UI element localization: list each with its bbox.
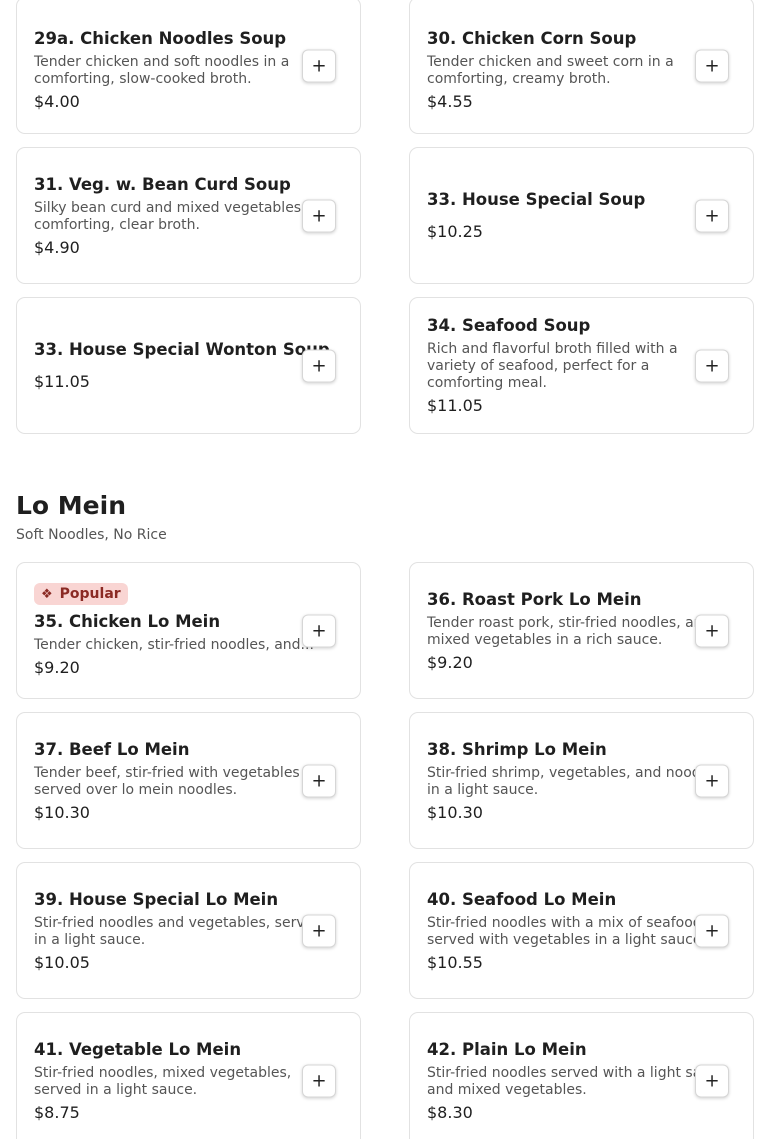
menu-item-card[interactable]: 39. House Special Lo Mein Stir-fried noo… [16, 862, 361, 999]
add-to-cart-button[interactable]: + [695, 614, 729, 647]
menu-item-description: Tender chicken, stir-fried noodles, and.… [34, 637, 314, 653]
section-subtitle: Soft Noodles, No Rice [16, 527, 167, 543]
popular-badge: ❖ Popular [34, 583, 128, 605]
menu-item-card[interactable]: ❖ Popular 35. Chicken Lo Mein Tender chi… [16, 562, 361, 699]
menu-item-title: 36. Roast Pork Lo Mein [427, 589, 642, 609]
section-title: Lo Mein [16, 491, 127, 520]
badge-label: Popular [59, 586, 121, 602]
menu-item-price: $11.05 [427, 396, 483, 415]
add-to-cart-button[interactable]: + [302, 199, 336, 232]
add-to-cart-button[interactable]: + [302, 914, 336, 947]
soup-menu-grid: 29a. Chicken Noodles Soup Tender chicken… [16, 0, 754, 434]
menu-item-price: $4.55 [427, 91, 473, 111]
menu-item-price: $10.30 [34, 802, 90, 822]
menu-item-price: $4.00 [34, 91, 80, 111]
menu-item-card[interactable]: 36. Roast Pork Lo Mein Tender roast pork… [409, 562, 754, 699]
menu-item-price: $10.05 [34, 952, 90, 972]
menu-item-title: 29a. Chicken Noodles Soup [34, 28, 287, 48]
menu-item-card[interactable]: 37. Beef Lo Mein Tender beef, stir-fried… [16, 712, 361, 849]
menu-item-price: $8.75 [34, 1102, 80, 1122]
add-to-cart-button[interactable]: + [695, 764, 729, 797]
menu-item-title: 40. Seafood Lo Mein [427, 889, 617, 909]
menu-item-card[interactable]: 42. Plain Lo Mein Stir-fried noodles ser… [409, 1012, 754, 1139]
menu-item-title: 31. Veg. w. Bean Curd Soup [34, 174, 291, 194]
menu-item-card[interactable]: 33. House Special Wonton Soup $11.05 + [16, 297, 361, 434]
menu-item-title: 42. Plain Lo Mein [427, 1039, 587, 1059]
menu-item-description: Stir-fried noodles and vegetables, serve… [34, 914, 323, 948]
menu-item-price: $4.90 [34, 237, 80, 257]
menu-item-title: 37. Beef Lo Mein [34, 739, 190, 759]
menu-item-description: Tender beef, stir-fried with vegetables … [34, 764, 331, 798]
add-to-cart-button[interactable]: + [302, 1064, 336, 1097]
menu-item-card[interactable]: 31. Veg. w. Bean Curd Soup Silky bean cu… [16, 147, 361, 284]
menu-item-price: $10.25 [427, 222, 483, 241]
lo-mein-menu-grid: ❖ Popular 35. Chicken Lo Mein Tender chi… [16, 562, 754, 1139]
menu-item-description: Tender chicken and sweet corn in a comfo… [427, 53, 674, 87]
menu-item-title: 34. Seafood Soup [427, 316, 591, 335]
flame-icon: ❖ [41, 586, 53, 602]
menu-item-title: 41. Vegetable Lo Mein [34, 1039, 242, 1059]
menu-item-description: Tender roast pork, stir-fried noodles, a… [427, 614, 712, 648]
menu-item-title: 39. House Special Lo Mein [34, 889, 279, 909]
menu-item-title: 35. Chicken Lo Mein [34, 612, 221, 631]
add-to-cart-button[interactable]: + [695, 1064, 729, 1097]
menu-item-description: Silky bean curd and mixed vegetables in … [34, 199, 332, 233]
menu-item-description: Tender chicken and soft noodles in a com… [34, 53, 290, 87]
menu-item-title: 38. Shrimp Lo Mein [427, 739, 607, 759]
menu-item-price: $9.20 [34, 658, 80, 677]
menu-item-description: Stir-fried noodles, mixed vegetables, se… [34, 1064, 292, 1098]
menu-item-title: 33. House Special Wonton Soup [34, 340, 330, 359]
menu-item-description: Stir-fried noodles served with a light s… [427, 1064, 727, 1098]
menu-item-card[interactable]: 40. Seafood Lo Mein Stir-fried noodles w… [409, 862, 754, 999]
add-to-cart-button[interactable]: + [695, 914, 729, 947]
add-to-cart-button[interactable]: + [302, 49, 336, 82]
menu-item-price: $11.05 [34, 372, 90, 391]
add-to-cart-button[interactable]: + [695, 349, 729, 382]
menu-item-card[interactable]: 33. House Special Soup $10.25 + [409, 147, 754, 284]
add-to-cart-button[interactable]: + [302, 614, 336, 647]
add-to-cart-button[interactable]: + [302, 764, 336, 797]
menu-item-description: Stir-fried shrimp, vegetables, and noodl… [427, 764, 721, 798]
menu-item-price: $10.30 [427, 802, 483, 822]
menu-item-card[interactable]: 38. Shrimp Lo Mein Stir-fried shrimp, ve… [409, 712, 754, 849]
lo-mein-section-header: Lo Mein Soft Noodles, No Rice [16, 490, 167, 543]
menu-item-title: 30. Chicken Corn Soup [427, 28, 637, 48]
add-to-cart-button[interactable]: + [695, 199, 729, 232]
menu-item-description: Rich and flavorful broth filled with a v… [427, 341, 678, 391]
menu-item-card[interactable]: 34. Seafood Soup Rich and flavorful brot… [409, 297, 754, 434]
menu-item-price: $8.30 [427, 1102, 473, 1122]
menu-item-description: Stir-fried noodles with a mix of seafood… [427, 914, 707, 948]
menu-item-price: $10.55 [427, 952, 483, 972]
menu-item-card[interactable]: 30. Chicken Corn Soup Tender chicken and… [409, 0, 754, 134]
menu-item-card[interactable]: 41. Vegetable Lo Mein Stir-fried noodles… [16, 1012, 361, 1139]
menu-item-price: $9.20 [427, 652, 473, 672]
add-to-cart-button[interactable]: + [695, 49, 729, 82]
add-to-cart-button[interactable]: + [302, 349, 336, 382]
menu-item-card[interactable]: 29a. Chicken Noodles Soup Tender chicken… [16, 0, 361, 134]
menu-item-title: 33. House Special Soup [427, 190, 646, 209]
